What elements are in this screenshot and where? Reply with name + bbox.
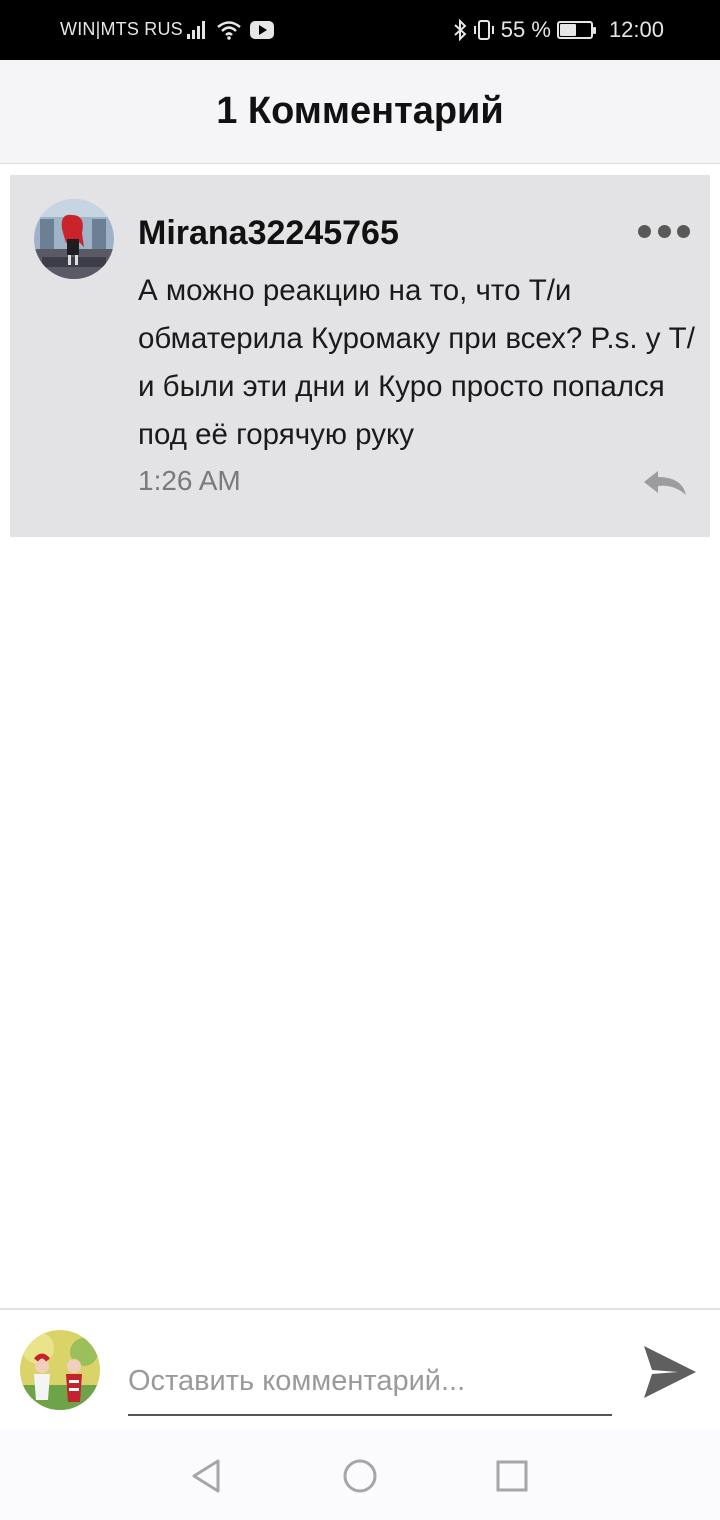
back-icon[interactable] [186,1456,226,1496]
recent-apps-icon[interactable] [492,1456,532,1496]
more-options-button[interactable] [638,219,690,243]
bluetooth-icon [454,19,467,41]
avatar-image [34,199,114,279]
more-dot-icon [677,224,690,238]
comment-input[interactable] [128,1348,612,1416]
comments-screen: WIN|MTS RUS 55 % 12:00 1 Комментарий Mir… [0,0,720,1520]
status-bar: WIN|MTS RUS 55 % 12:00 [0,0,720,60]
battery-icon [556,21,596,39]
reply-icon[interactable] [642,469,688,499]
send-icon[interactable] [640,1344,698,1400]
comment-input-bar [0,1308,720,1430]
commenter-avatar[interactable] [34,199,114,279]
wifi-icon [217,21,241,40]
comments-header: 1 Комментарий [0,60,720,164]
comment-username[interactable]: Mirana32245765 [138,214,399,253]
comment-timestamp: 1:26 AM [138,465,241,496]
comment-item: Mirana32245765 А можно реакцию на то, чт… [10,175,710,537]
battery-percent: 55 % [500,17,551,42]
page-title: 1 Комментарий [216,90,504,132]
more-dot-icon [657,224,671,238]
carrier-name: WIN|MTS RUS [60,19,183,39]
home-icon[interactable] [340,1456,380,1496]
avatar-image [20,1330,100,1410]
more-dot-icon [638,224,651,238]
vibrate-icon [473,20,494,40]
signal-icon [187,21,205,39]
youtube-icon [250,21,274,39]
user-avatar[interactable] [20,1330,100,1410]
status-icons-right: 55 % 12:00 [453,16,664,44]
status-icons-left [186,18,274,42]
clock: 12:00 [608,17,664,42]
comment-text: А можно реакцию на то, что Т/и обматерил… [138,274,695,451]
navigation-bar [0,1430,720,1520]
